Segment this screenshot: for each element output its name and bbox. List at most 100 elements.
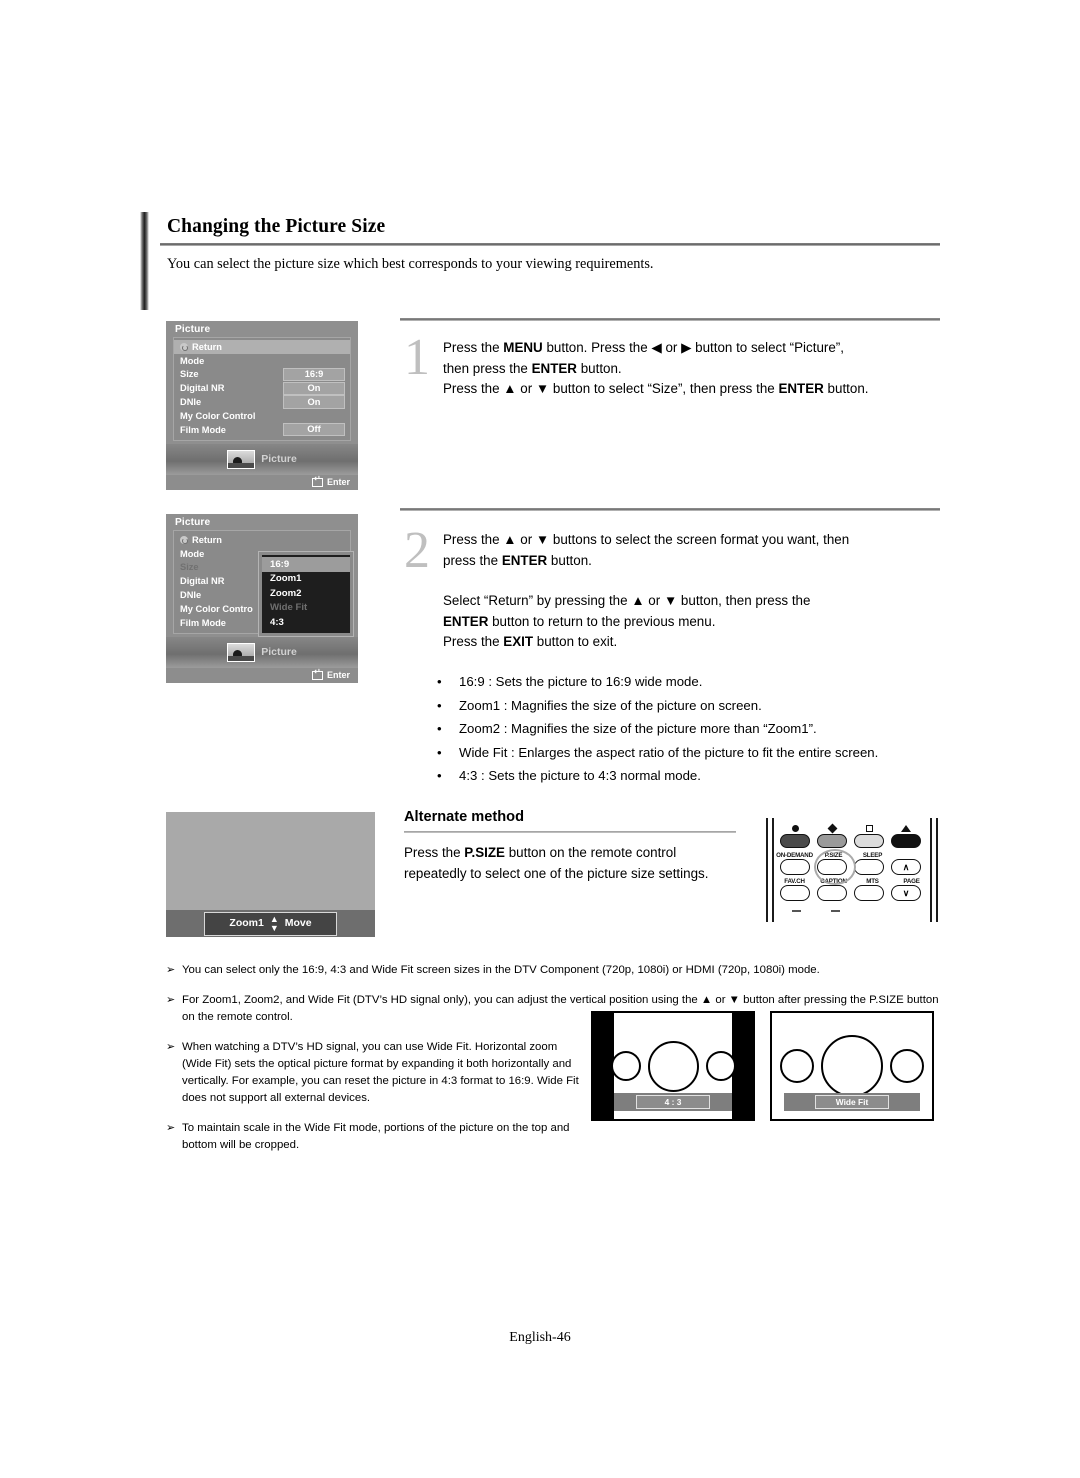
bullet-text: 4:3 : Sets the picture to 4:3 normal mod… (459, 768, 701, 783)
step1-divider (400, 318, 940, 321)
step1-text-h: or (516, 381, 536, 396)
osd-item-value[interactable]: On (283, 395, 345, 409)
osd-menu-item[interactable]: DNIe On (174, 395, 350, 409)
bullet-text: Zoom1 : Magnifies the size of the pictur… (459, 697, 762, 713)
osd-item-label: My Color Control (180, 410, 256, 421)
alternate-method-divider (404, 831, 736, 833)
diamond-icon (817, 823, 847, 834)
diagram-4-3-label: 4 : 3 (636, 1095, 710, 1109)
osd-item-label: Mode (180, 355, 205, 366)
osd-item-value[interactable]: On (283, 381, 345, 396)
picture-size-option-item: • 16:9 : Sets the picture to 16:9 wide mo… (437, 670, 878, 694)
move-label: Move (284, 917, 312, 929)
note-text: You can select only the 16:9, 4:3 and Wi… (182, 964, 820, 976)
remote-bottom-labels: FAV.CH CAPTION MTS PAGE (776, 878, 930, 885)
step2-text-k: button to exit. (533, 634, 618, 649)
bullet-icon: • (437, 744, 442, 760)
osd-item-value[interactable]: Off (283, 422, 345, 437)
remote-page-up-button[interactable]: ∧ (891, 859, 921, 875)
step-2-instructions: Press the ▲ or ▼ buttons to select the s… (443, 530, 913, 571)
remote-mute-button[interactable] (891, 824, 921, 848)
page-title: Changing the Picture Size (167, 216, 386, 237)
enter-button-keyword-4: ENTER (443, 613, 489, 629)
remote-button-row-2: ∨ (780, 885, 921, 901)
osd1-footer-label: Picture (261, 453, 297, 466)
diagram-wide-fit-label: Wide Fit (815, 1095, 889, 1109)
note-item: ➢ When watching a DTV’s HD signal, you ca… (166, 1039, 586, 1107)
osd1-title: Picture (175, 324, 211, 335)
right-arrow-icon: ▶ (681, 340, 692, 355)
picture-tv-icon-2 (227, 642, 256, 662)
return-icon (180, 535, 188, 544)
osd-menu-item[interactable]: Return (174, 340, 350, 354)
note-arrow-icon: ➢ (166, 994, 176, 1006)
osd1-footer: Picture (166, 443, 358, 475)
remote-sleep-button[interactable] (854, 859, 884, 875)
bullet-text: 16:9 : Sets the picture to 16:9 wide mod… (459, 674, 703, 689)
psize-button-keyword: P.SIZE (464, 845, 505, 860)
remote-body-edge-left-outer (766, 818, 768, 922)
picture-tv-icon (227, 449, 256, 469)
osd2-footer: Picture (166, 636, 358, 668)
osd1-item-list: Return Mode Size 16:9 Digital NR On DNIe On My C… (173, 337, 351, 441)
up-arrow-icon-2: ▲ (503, 532, 517, 547)
step2-text-g: or (644, 593, 664, 608)
osd-menu-item[interactable]: Film Mode Off (174, 422, 350, 437)
step-number-1: 1 (404, 329, 430, 386)
up-arrow-icon: ▲ (503, 381, 517, 396)
down-arrow-icon-2: ▼ (535, 532, 550, 547)
remote-mts-button[interactable] (854, 885, 884, 901)
osd-menu-item[interactable]: My Color Contro (174, 602, 350, 616)
remote-power-button[interactable] (780, 824, 810, 848)
osd-item-value[interactable]: 16:9 (283, 367, 345, 382)
enter-button-keyword: ENTER (531, 360, 577, 376)
picture-size-option-item: • 4:3 : Sets the picture to 4:3 normal mo… (437, 764, 878, 788)
osd1-enter-label: Enter (326, 477, 350, 488)
osd-item-label: Return (180, 535, 345, 545)
osd2-footer-label: Picture (261, 646, 297, 659)
alt-text-b: button on the remote control (504, 845, 677, 860)
picture-size-option-item: • Zoom1 : Magnifies the size of the pictu… (437, 694, 878, 718)
osd-menu-item[interactable]: Digital NR (174, 574, 350, 588)
osd-item-label: Digital NR (180, 383, 225, 394)
step1-text-a: Press the (443, 340, 504, 355)
step1-text-b: button. Press the (542, 340, 652, 355)
osd2-title: Picture (175, 517, 211, 528)
osd-menu-item[interactable]: Digital NR On (174, 381, 350, 396)
intro-text: You can select the picture size which be… (167, 256, 654, 272)
remote-on-demand-button[interactable] (780, 859, 810, 875)
enter-button-keyword-2: ENTER (778, 381, 824, 396)
osd-menu-item[interactable]: Film Mode (174, 616, 350, 630)
step2-text-e: button. (547, 552, 592, 568)
square-icon (854, 824, 884, 833)
picture-size-option-item: • Zoom2 : Magnifies the size of the pictu… (437, 717, 878, 741)
step2-text-d: press the (443, 552, 502, 568)
remote-prech-button[interactable] (854, 824, 884, 848)
remote-top-button-row (780, 823, 921, 848)
osd-menu-item[interactable]: Mode (174, 354, 350, 368)
osd2-enter-bar: Enter (166, 667, 358, 683)
step2-text-h: button, then press the (677, 593, 811, 608)
osd-menu-item[interactable]: Return (174, 533, 350, 547)
bullet-icon: • (437, 674, 442, 689)
osd-item-label: Mode (180, 548, 205, 559)
remote-caption-button[interactable] (817, 885, 847, 901)
step1-text-i: button to select “Size”, then press the (549, 381, 779, 396)
osd-menu-item[interactable]: Mode (174, 547, 350, 561)
remote-favch-button[interactable] (780, 885, 810, 901)
exit-button-keyword: EXIT (503, 634, 534, 649)
manual-page: Changing the Picture Size You can select… (0, 0, 1080, 1478)
alternate-method-text: Press the P.SIZE button on the remote co… (404, 843, 744, 884)
osd-menu-item[interactable]: Size 16:9 (174, 367, 350, 382)
osd-menu-item[interactable]: Size (174, 561, 350, 575)
osd-menu-item[interactable]: My Color Control (174, 409, 350, 423)
osd-menu-item[interactable]: DNIe (174, 588, 350, 602)
osd-picture-menu-step1: Picture Return Mode Size 16:9 Digital NR On DN… (166, 321, 358, 490)
step2-text-i: button to return to the previous menu. (488, 613, 716, 629)
osd-item-label: DNIe (180, 590, 202, 601)
remote-source-button[interactable] (817, 823, 847, 848)
remote-page-down-button[interactable]: ∨ (891, 885, 921, 901)
step1-text-e: then press the (443, 360, 532, 376)
tv-screen-preview: Zoom1 ▲ ▼ Move (166, 812, 375, 937)
step2-text-j: Press the (443, 634, 504, 649)
